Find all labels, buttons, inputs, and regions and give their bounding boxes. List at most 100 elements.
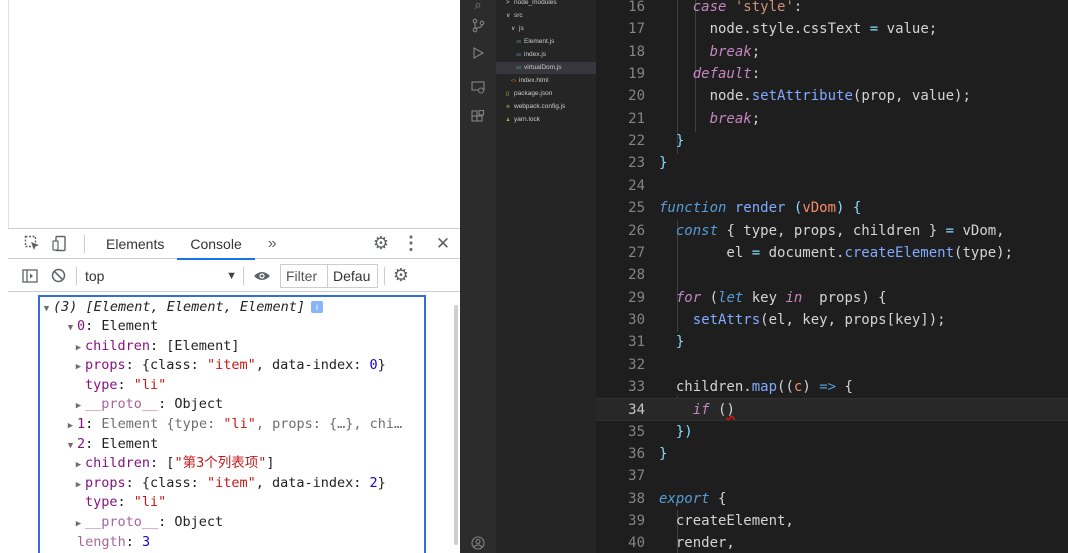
console-tree-row[interactable]: ▶ props: {class: "item", data-index: 0}: [72, 355, 386, 375]
code-token: children: [659, 378, 744, 395]
console-array-summary[interactable]: ▼ (3) [Element, Element, Element] i: [40, 297, 323, 317]
property-key: type: [85, 494, 118, 511]
file-item[interactable]: JS index.js: [496, 49, 596, 61]
console-tree-row[interactable]: ▶ 1: Element {type: "li", props: {…}, chi…: [64, 414, 402, 434]
console-tree-row[interactable]: ▼ 2: Element: [64, 434, 159, 454]
code-line[interactable]: 34 if (): [596, 398, 1068, 421]
code-line[interactable]: 33 children.map((c) => {: [596, 376, 1068, 398]
code-line[interactable]: 21 break;: [596, 108, 1068, 130]
folder-item[interactable]: ∨ src: [496, 10, 596, 22]
property-number-value: 0: [369, 357, 378, 374]
code-line[interactable]: 22 }: [596, 130, 1068, 152]
code-line[interactable]: 24: [596, 175, 1068, 197]
run-debug-icon[interactable]: [469, 44, 487, 62]
code-token: ((: [777, 378, 794, 395]
console-filter-input[interactable]: Filter: [280, 263, 328, 288]
settings-gear-icon[interactable]: ⚙: [366, 233, 396, 254]
code-line[interactable]: 28: [596, 264, 1068, 286]
file-name: virtualDom.js: [524, 64, 562, 71]
account-icon[interactable]: [469, 534, 487, 552]
console-settings-gear-icon[interactable]: ⚙: [385, 265, 417, 286]
folder-item[interactable]: ∨ js: [496, 23, 596, 35]
code-line[interactable]: 32: [596, 354, 1068, 376]
code-token: break: [709, 43, 752, 60]
file-name: src: [514, 12, 523, 19]
tab-elements[interactable]: Elements: [93, 229, 177, 259]
line-number: 29: [628, 289, 645, 306]
remote-explorer-icon[interactable]: [469, 78, 487, 96]
console-scrollbar[interactable]: [454, 305, 458, 545]
execution-context-select[interactable]: top ▼: [77, 265, 243, 287]
line-code: }: [659, 152, 667, 174]
line-code: node.setAttribute(prop, value);: [659, 85, 971, 107]
line-code: }: [659, 331, 684, 353]
code-line[interactable]: 29 for (let key in props) {: [596, 287, 1068, 309]
file-item[interactable]: ♟ yarn.lock: [496, 114, 596, 126]
console-tree-row[interactable]: ▶ props: {class: "item", data-index: 2}: [72, 473, 386, 493]
line-number: 16: [628, 0, 645, 15]
line-number: 28: [628, 267, 645, 284]
folder-item[interactable]: > node_modules: [496, 0, 596, 9]
property-separator: :: [85, 416, 102, 432]
property-separator: :: [85, 318, 102, 334]
file-item[interactable]: JS Element.js: [496, 36, 596, 48]
extensions-icon[interactable]: [469, 108, 487, 126]
code-line[interactable]: 30 setAttrs(el, key, props[key]);: [596, 309, 1068, 331]
code-line[interactable]: 20 node.setAttribute(prop, value);: [596, 85, 1068, 107]
code-line[interactable]: 37: [596, 465, 1068, 487]
code-line[interactable]: 18 break;: [596, 41, 1068, 63]
file-item[interactable]: ⚙ webpack.config.js: [496, 101, 596, 113]
expanded-arrow-icon[interactable]: ▼: [40, 299, 53, 319]
property-value-middle: , data-index:: [255, 474, 370, 491]
file-item[interactable]: {} package.json: [496, 88, 596, 100]
log-levels-dropdown[interactable]: Defau: [328, 263, 378, 288]
file-type-icon: JS: [516, 52, 522, 57]
live-expression-eye-icon[interactable]: [244, 270, 280, 282]
line-number: 40: [628, 535, 645, 552]
tab-console[interactable]: Console: [177, 229, 256, 260]
more-tabs-button[interactable]: »: [255, 229, 290, 259]
clear-console-icon[interactable]: [44, 268, 72, 283]
code-line[interactable]: 23}: [596, 152, 1068, 174]
code-line[interactable]: 25 function render (vDom) {: [596, 197, 1068, 219]
code-line[interactable]: 16 case 'style':: [596, 0, 1068, 18]
search-icon[interactable]: ⌕: [469, 0, 487, 14]
console-tree-row: length: 3: [64, 532, 150, 552]
file-type-icon: ♟: [506, 117, 511, 122]
code-line[interactable]: 17 node.style.cssText = value;: [596, 18, 1068, 40]
console-tree-row[interactable]: ▼ 0: Element: [64, 316, 159, 336]
code-line[interactable]: 26 const { type, props, children } = vDo…: [596, 220, 1068, 242]
property-value-suffix: , props: {…}, chi…: [255, 416, 403, 432]
dropdown-arrow-icon: ▼: [226, 269, 237, 282]
code-token: { type, props, children }: [718, 222, 946, 239]
source-control-icon[interactable]: [469, 16, 487, 34]
property-key: props: [85, 357, 126, 374]
property-value-prefix: Element {type:: [101, 416, 224, 432]
code-line[interactable]: 19 default:: [596, 63, 1068, 85]
code-line[interactable]: 40 render,: [596, 532, 1068, 553]
line-code: function render (vDom) {: [659, 197, 861, 219]
more-vert-icon[interactable]: ⋮: [396, 233, 426, 254]
console-tree-row[interactable]: ▶ children: ["第3个列表项"]: [72, 453, 275, 473]
code-editor[interactable]: 16 case 'style': 17 node.style.cssText = …: [596, 0, 1068, 553]
console-tree-row[interactable]: ▶ children: [Element]: [72, 336, 240, 356]
close-icon[interactable]: ✕: [426, 234, 460, 254]
code-line[interactable]: 31 }: [596, 331, 1068, 353]
code-line[interactable]: 39 createElement,: [596, 510, 1068, 532]
line-number: 21: [628, 110, 645, 127]
device-toolbar-icon[interactable]: [46, 235, 74, 252]
code-line[interactable]: 35 }): [596, 421, 1068, 443]
property-value-middle: , data-index:: [255, 357, 370, 374]
sidebar-toggle-icon[interactable]: [16, 268, 44, 283]
file-item[interactable]: JS virtualDom.js: [496, 62, 596, 74]
info-icon[interactable]: i: [310, 301, 323, 313]
code-line[interactable]: 36}: [596, 443, 1068, 465]
console-tree-row[interactable]: ▶ __proto__: Object: [72, 394, 223, 414]
inspect-element-icon[interactable]: [18, 235, 46, 252]
line-code: render,: [659, 532, 735, 553]
console-tree-row[interactable]: ▶ __proto__: Object: [72, 512, 223, 532]
code-line[interactable]: 27 el = document.createElement(type);: [596, 242, 1068, 264]
code-line[interactable]: 38 export {: [596, 488, 1068, 510]
file-item[interactable]: <> index.html: [496, 75, 596, 87]
